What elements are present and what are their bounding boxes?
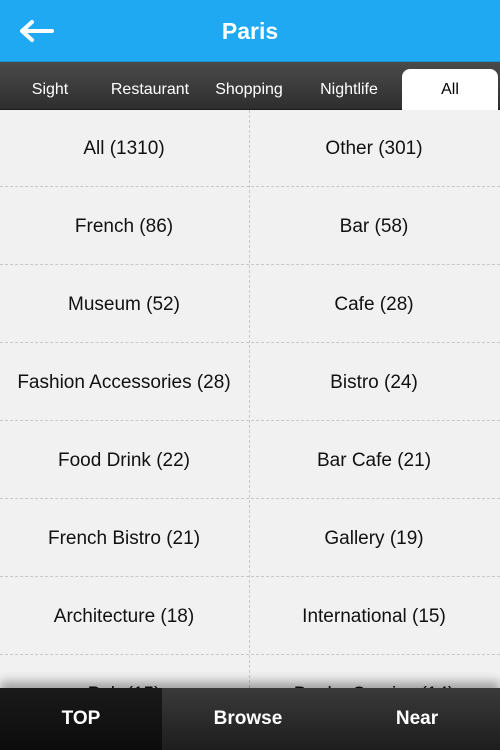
- category-grid: All (1310) Other (301) French (86) Bar (…: [0, 110, 500, 688]
- category-cell[interactable]: All (1310): [0, 110, 248, 188]
- category-cell[interactable]: French (86): [0, 188, 248, 266]
- category-cell[interactable]: Bar (58): [250, 188, 498, 266]
- category-cell[interactable]: Books Comics (14): [250, 656, 498, 688]
- nav-near-button[interactable]: Near: [334, 688, 500, 750]
- bottom-navbar: TOP Browse Near: [0, 688, 500, 750]
- tab-sight[interactable]: Sight: [0, 70, 100, 110]
- category-cell[interactable]: Other (301): [250, 110, 498, 188]
- tab-all[interactable]: All: [402, 69, 498, 110]
- category-cell[interactable]: Architecture (18): [0, 578, 248, 656]
- category-cell[interactable]: Bar Cafe (21): [250, 422, 498, 500]
- category-cell[interactable]: Cafe (28): [250, 266, 498, 344]
- nav-top-button[interactable]: TOP: [0, 688, 162, 750]
- tab-nightlife[interactable]: Nightlife: [299, 70, 399, 110]
- app-header: Paris: [0, 0, 500, 62]
- category-cell[interactable]: French Bistro (21): [0, 500, 248, 578]
- category-cell[interactable]: Pub (15): [0, 656, 248, 688]
- category-cell[interactable]: Museum (52): [0, 266, 248, 344]
- category-cell[interactable]: International (15): [250, 578, 498, 656]
- category-cell[interactable]: Bistro (24): [250, 344, 498, 422]
- nav-browse-button[interactable]: Browse: [162, 688, 334, 750]
- page-title: Paris: [221, 17, 279, 44]
- category-cell[interactable]: Gallery (19): [250, 500, 498, 578]
- category-cell[interactable]: Fashion Accessories (28): [0, 344, 248, 422]
- back-button[interactable]: [14, 14, 60, 48]
- tab-shopping[interactable]: Shopping: [199, 70, 299, 110]
- tab-restaurant[interactable]: Restaurant: [100, 70, 200, 110]
- category-cell[interactable]: Food Drink (22): [0, 422, 248, 500]
- category-tabbar: Sight Restaurant Shopping Nightlife All: [0, 62, 500, 110]
- arrow-left-icon: [20, 20, 54, 42]
